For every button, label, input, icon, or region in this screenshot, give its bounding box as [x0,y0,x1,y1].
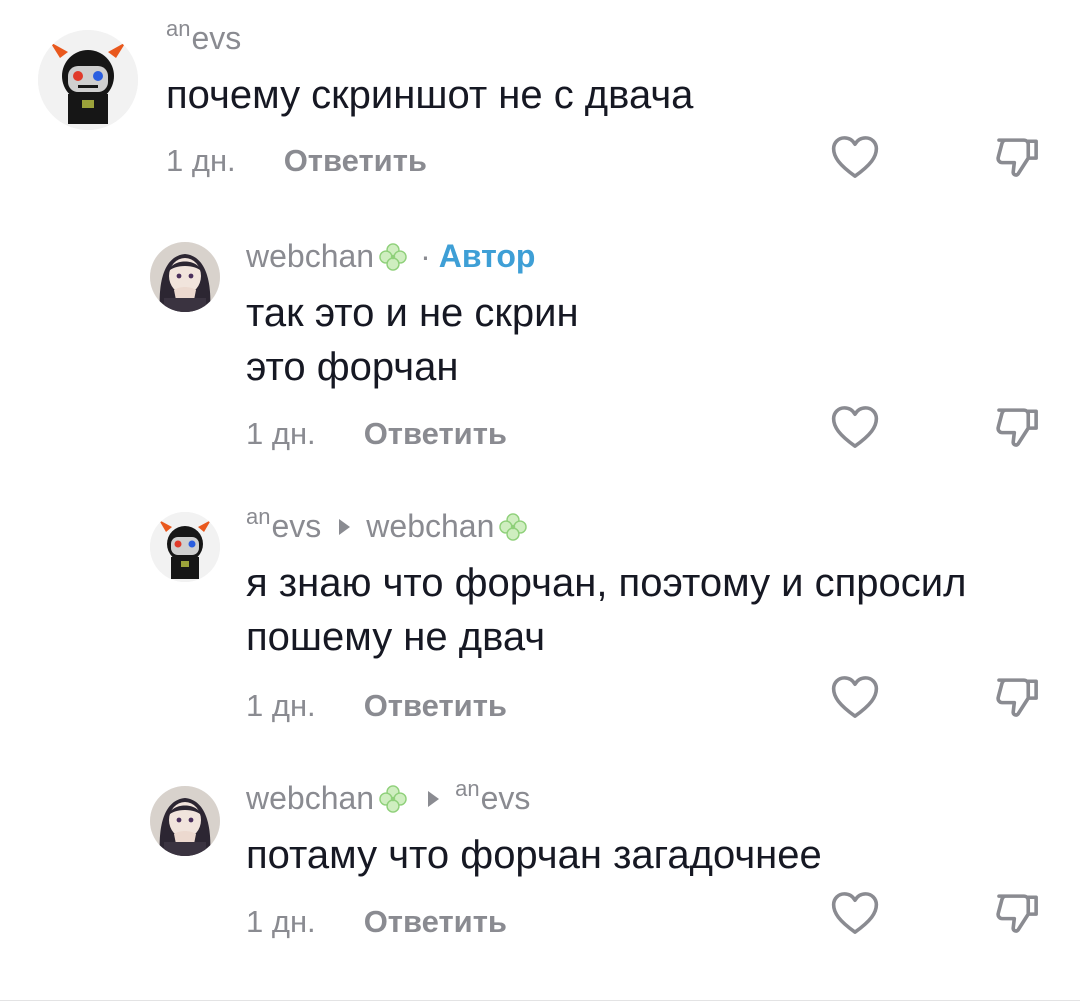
avatar[interactable] [150,512,220,582]
comment-meta: 1 дн. Ответить [166,143,427,179]
username-text: webchan [246,780,375,816]
like-button[interactable] [828,400,882,454]
username-superscript: an [166,15,191,41]
comment-username[interactable]: an evs [166,16,242,57]
clover-icon [376,782,410,816]
reply-button[interactable]: Ответить [364,904,507,940]
thumbs-down-outline-icon [996,894,1038,933]
author-badge: Автор [438,238,536,274]
reply-to-username[interactable]: webchan [366,508,494,545]
heart-outline-icon [831,676,879,718]
like-button[interactable] [828,130,882,184]
heart-outline-icon [831,892,879,934]
reply-button[interactable]: Ответить [364,688,507,724]
comment-text: почему скриншот не с двача [166,73,694,117]
comment-meta: 1 дн. Ответить [246,416,507,452]
like-button[interactable] [828,670,882,724]
anime-avatar-image [150,786,220,856]
comment-username[interactable]: webchan · Автор [246,238,535,275]
comment-text: потаму что форчан загадочнее [246,833,822,877]
dislike-button[interactable] [990,886,1044,940]
dislike-button[interactable] [990,670,1044,724]
comment-time: 1 дн. [246,904,316,939]
thumbs-down-outline-icon [996,678,1038,717]
anime-avatar-image [150,242,220,312]
comment-text: так это и не скрин это форчан [246,291,579,389]
thumbs-down-outline-icon [996,408,1038,447]
thumbs-down-outline-icon [996,138,1038,177]
troll-avatar-image [38,30,138,130]
dislike-button[interactable] [990,130,1044,184]
comment-username[interactable]: webchan an evs [246,776,531,817]
username-text: evs [271,508,322,544]
comment-meta: 1 дн. Ответить [246,904,507,940]
avatar[interactable] [150,242,220,312]
reply-arrow-icon [428,790,440,807]
reply-arrow-icon [339,518,351,535]
reply-button[interactable]: Ответить [284,143,427,179]
username-text: webchan [246,238,375,274]
comment-username[interactable]: an evs webchan [246,504,530,545]
comment-time: 1 дн. [246,688,316,723]
reply-button[interactable]: Ответить [364,416,507,452]
clover-icon [376,240,410,274]
avatar[interactable] [38,30,138,130]
comment-time: 1 дн. [166,143,236,178]
heart-outline-icon [831,406,879,448]
avatar[interactable] [150,786,220,856]
bottom-divider [0,1000,1080,1001]
comment-text: я знаю что форчан, поэтому и спросил пош… [246,561,967,659]
separator-dot: · [420,238,431,274]
comment-meta: 1 дн. Ответить [246,688,507,724]
username-superscript: an [455,775,480,801]
clover-icon [496,510,530,544]
like-button[interactable] [828,886,882,940]
username-superscript: an [246,503,271,529]
username-text: evs [191,20,242,56]
reply-to-username[interactable]: evs [481,780,531,817]
dislike-button[interactable] [990,400,1044,454]
comment-time: 1 дн. [246,416,316,451]
heart-outline-icon [831,136,879,178]
troll-avatar-image [150,512,220,582]
